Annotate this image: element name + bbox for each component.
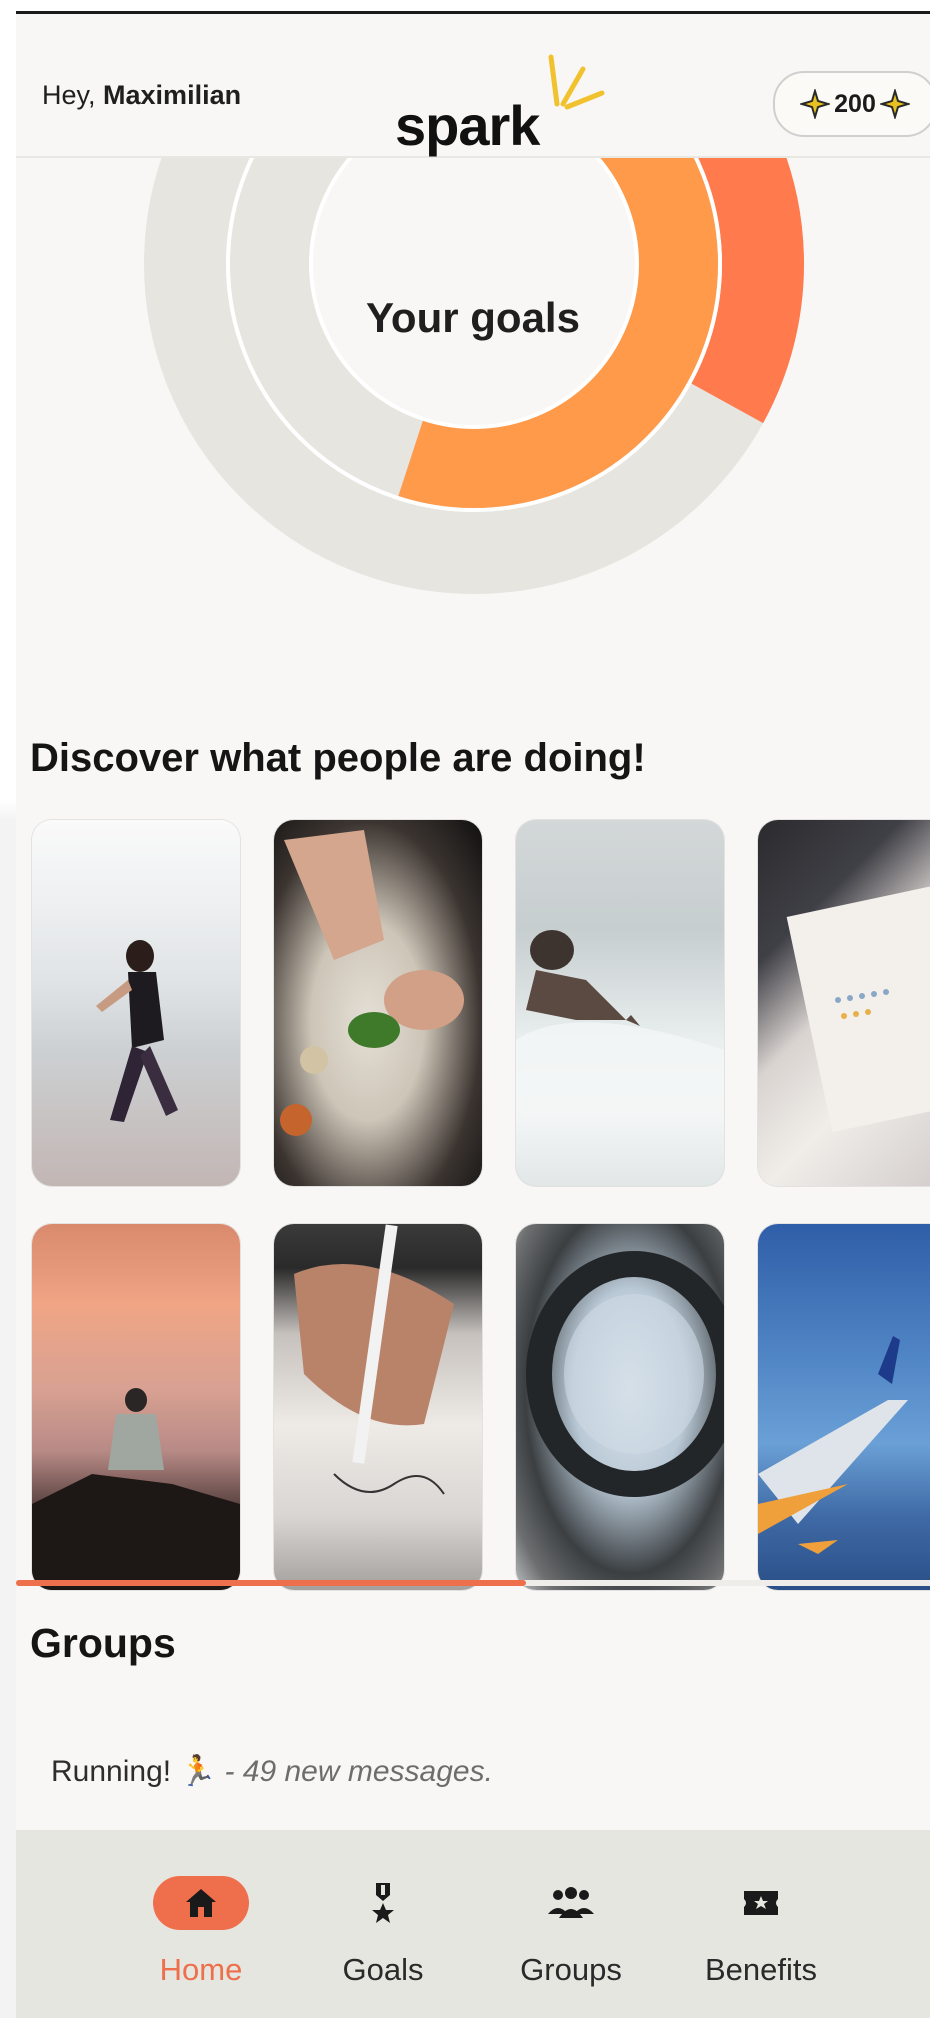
discover-tile-drawing[interactable] [274, 1224, 482, 1590]
cooking-hands [280, 830, 464, 1136]
nav-groups-indicator [523, 1876, 619, 1930]
discover-tile-running[interactable] [32, 820, 240, 1186]
spark-rays-icon [548, 54, 605, 110]
nav-goals-label: Goals [342, 1952, 424, 1987]
discover-tile-surfing[interactable] [516, 820, 724, 1186]
nav-home-label: Home [159, 1952, 243, 1987]
nav-benefits-label: Benefits [704, 1952, 817, 1987]
nav-home-indicator [153, 1876, 249, 1930]
meditation-figure [32, 1388, 240, 1590]
bottom-nav: Home Goals Groups Benefits [16, 1830, 930, 2018]
group-item-running[interactable]: Running! 🏃 - 49 new messages. [51, 1754, 493, 1789]
medal-icon [372, 1883, 394, 1923]
planner-notebook [786, 883, 930, 1133]
runner-figure [96, 940, 178, 1122]
user-name: Maximilian [103, 80, 242, 110]
points-badge[interactable]: 200 [773, 71, 930, 137]
bowl-image [526, 1251, 724, 1497]
surfer-figure [516, 930, 724, 1186]
spark-logo[interactable]: spark [395, 54, 605, 159]
airplane-wing [758, 1336, 908, 1554]
discover-tile-cooking[interactable] [274, 820, 482, 1186]
points-value: 200 [834, 89, 876, 118]
groups-title: Groups [30, 1620, 176, 1666]
discover-tile-travel[interactable] [758, 1224, 930, 1590]
ticket-icon [744, 1891, 778, 1915]
goals-label: Your goals [366, 294, 580, 341]
sparkle-icon [879, 89, 910, 119]
sparkle-icon [800, 89, 831, 119]
greeting-prefix: Hey, [42, 80, 96, 110]
discover-tile-bowl[interactable] [516, 1224, 724, 1590]
discover-title: Discover what people are doing! [30, 736, 646, 780]
app-header: Hey, Maximilian spark 200 [16, 14, 930, 158]
nav-groups-label: Groups [520, 1952, 622, 1987]
home-icon [186, 1889, 216, 1917]
discover-scrollbar[interactable] [16, 1580, 526, 1586]
discover-tile-meditation[interactable] [32, 1224, 240, 1590]
left-margin [0, 0, 16, 2018]
app-screen: Your goals Hey, Maximilian spark 200 Dis [16, 14, 930, 2018]
runner-emoji-icon: 🏃 [179, 1755, 217, 1788]
greeting: Hey, Maximilian [42, 80, 241, 111]
logo-text: spark [395, 94, 540, 157]
discover-tile-planning[interactable] [758, 820, 930, 1186]
nav-goals-indicator [335, 1876, 431, 1930]
nav-benefits-indicator [713, 1876, 809, 1930]
drawing-hand [294, 1224, 454, 1495]
group-name: Running! [51, 1754, 172, 1788]
group-icon [548, 1887, 594, 1918]
group-message-count: - 49 new messages. [224, 1754, 493, 1788]
